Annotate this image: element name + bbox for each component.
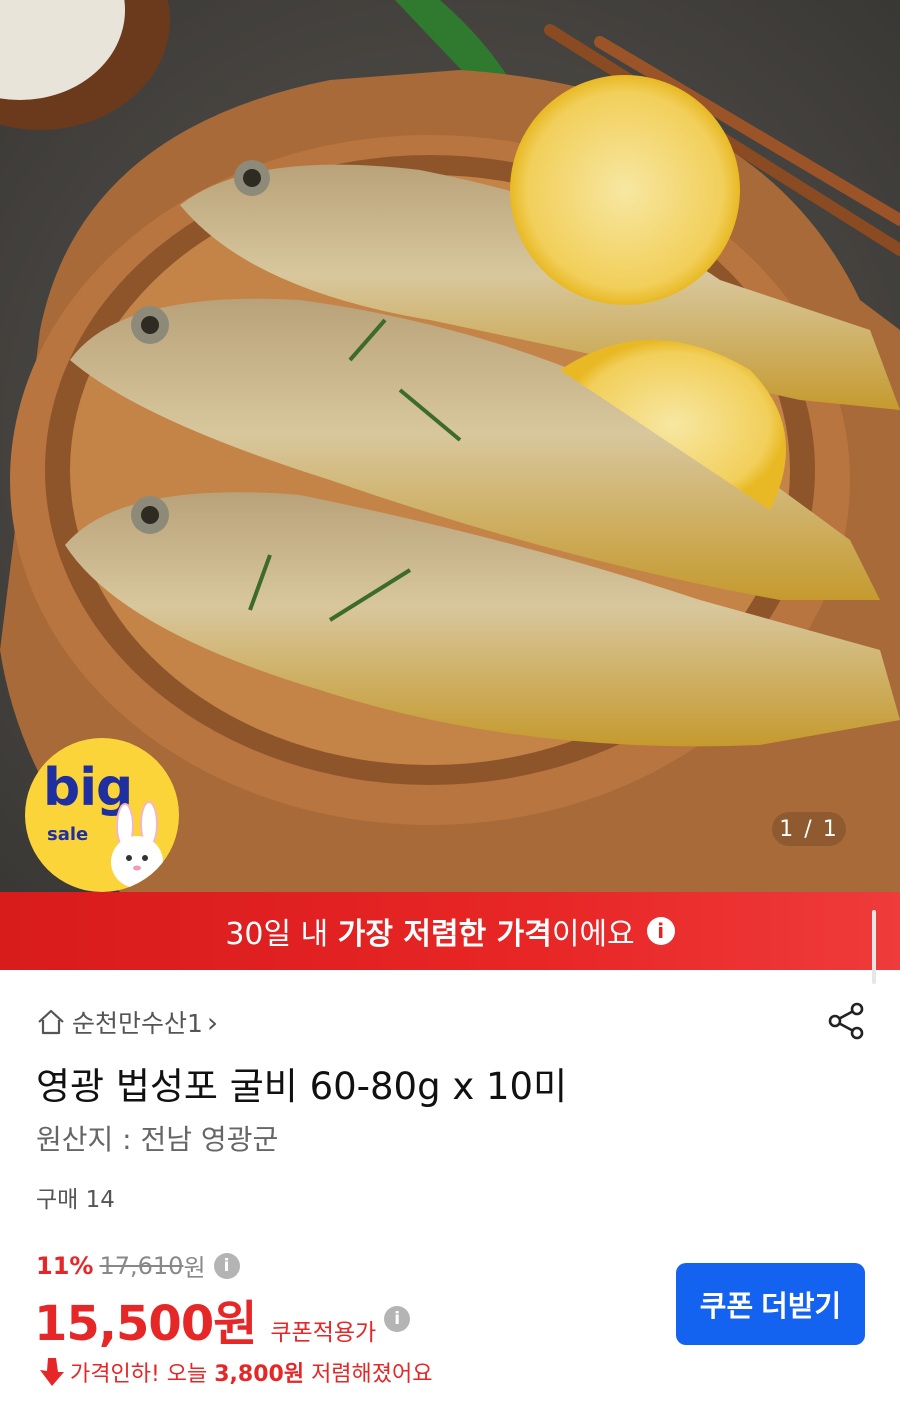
banner-text-pre: 30일 내: [225, 917, 338, 952]
product-title: 영광 법성포 굴비 60-80g x 10미: [36, 1065, 568, 1108]
original-price: 17,610: [99, 1251, 184, 1280]
price-cut-post: 저렴해졌어요: [304, 1362, 433, 1387]
sale-price-row: 15,500원 쿠폰적용가 i: [34, 1284, 411, 1354]
price-cut-pre: 가격인하! 오늘: [70, 1362, 215, 1387]
product-image[interactable]: big sale 1 / 1: [0, 0, 900, 892]
price-cut-amount: 3,800원: [214, 1362, 305, 1387]
arrow-down-icon: [40, 1358, 64, 1386]
original-price-unit: 원: [183, 1254, 206, 1282]
price-info-icon[interactable]: i: [213, 1252, 240, 1279]
info-icon[interactable]: i: [646, 917, 675, 945]
image-counter: 1 / 1: [772, 812, 846, 846]
store-name: 순천만수산1: [72, 1009, 203, 1038]
banner-text-post: 이에요: [551, 917, 635, 952]
product-origin: 원산지 : 전남 영광군: [36, 1123, 279, 1156]
original-price-row: 11% 17,610 원 i: [36, 1248, 240, 1283]
share-icon[interactable]: [826, 1000, 868, 1042]
price-cut-notice: 가격인하! 오늘 3,800원 저렴해졌어요: [36, 1356, 433, 1388]
scrollbar[interactable]: [872, 910, 876, 984]
purchase-count: 구매 14: [36, 1187, 115, 1213]
lowest-price-banner[interactable]: 30일 내 가장 저렴한 가격 이에요 i: [0, 892, 900, 970]
bunny-icon: [111, 801, 163, 888]
chevron-right-icon: ›: [206, 1005, 219, 1039]
store-link[interactable]: 순천만수산1 ›: [36, 1004, 218, 1040]
coupon-price-label: 쿠폰적용가: [270, 1320, 377, 1346]
home-icon: [38, 1009, 64, 1035]
big-sale-badge: big sale: [25, 738, 179, 892]
coupon-info-icon[interactable]: i: [384, 1306, 411, 1332]
get-more-coupons-button[interactable]: 쿠폰 더받기: [676, 1263, 865, 1345]
discount-rate: 11%: [36, 1251, 94, 1280]
sale-price: 15,500원: [34, 1296, 257, 1352]
banner-text-bold: 가장 저렴한 가격: [337, 917, 552, 952]
